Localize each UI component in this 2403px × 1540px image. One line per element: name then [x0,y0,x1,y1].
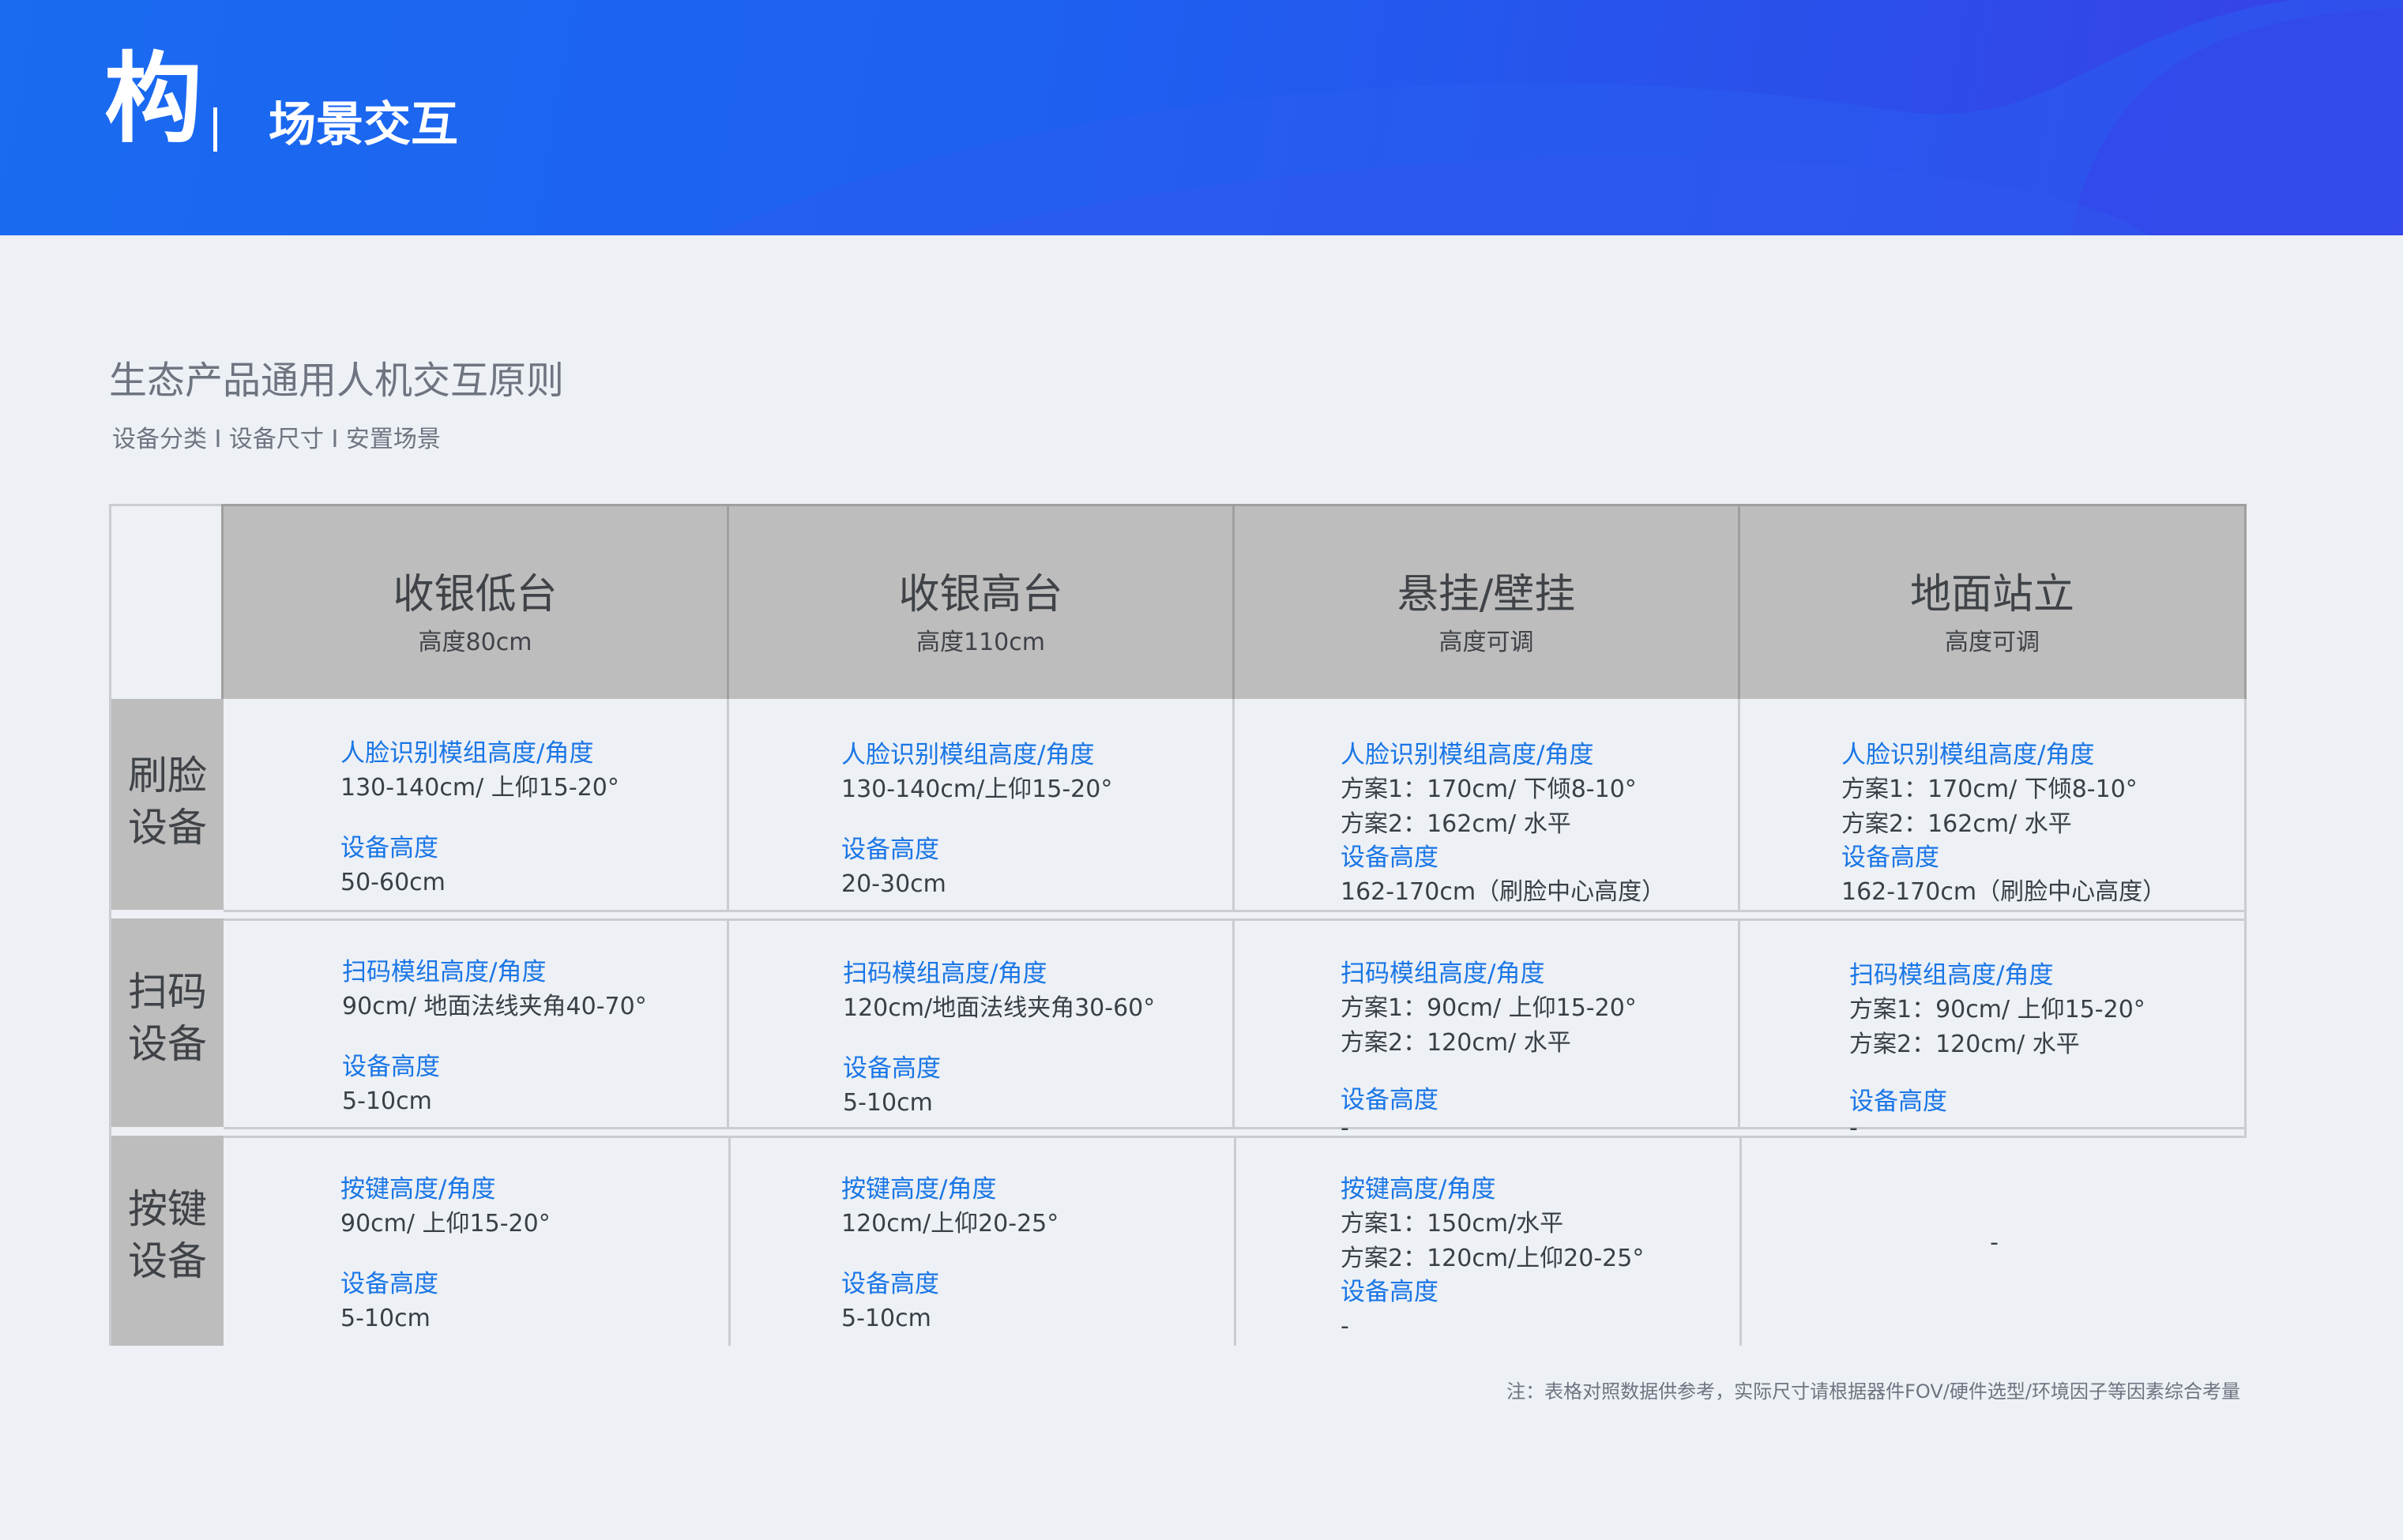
cell-heading: 按键高度/角度 [841,1175,997,1204]
table-corner [111,506,224,699]
cell-heading: 设备高度 [1841,843,1939,872]
cell-value: 90cm/ 地面法线夹角40-70° [342,993,647,1020]
cell-value: 162-170cm（刷脸中心高度） [1341,878,1666,906]
cell-heading: 设备高度 [1341,843,1438,872]
cell-value: 162-170cm（刷脸中心高度） [1841,878,2167,906]
cell-value: 130-140cm/上仰15-20° [841,776,1113,803]
cell-value: 120cm/上仰20-25° [841,1210,1059,1238]
cell-value: 方案2：120cm/ 水平 [1849,1031,2080,1058]
cell-value: 120cm/地面法线夹角30-60° [843,994,1156,1022]
cell-value: 130-140cm/ 上仰15-20° [340,774,619,802]
table-cell-key-high: 按键高度/角度 120cm/上仰20-25° 设备高度 5-10cm [731,1136,1236,1346]
cell-heading: 设备高度 [340,1270,438,1298]
row-header-face-pay: 刷脸 设备 [111,699,224,912]
column-subtitle: 高度可调 [1945,629,2040,656]
table-cell-scan-wall: 扫码模组高度/角度 方案1：90cm/ 上仰15-20° 方案2：120cm/ … [1235,918,1740,1140]
cell-heading: 扫码模组高度/角度 [843,960,1047,988]
table-cell-scan-high: 扫码模组高度/角度 120cm/地面法线夹角30-60° 设备高度 5-10cm [729,918,1235,1129]
column-header-floor-standing: 地面站立 高度可调 [1738,504,2247,701]
cell-value: 50-60cm [340,869,446,896]
cell-value: 方案1：170cm/ 下倾8-10° [1341,776,1637,803]
cell-heading: 设备高度 [841,836,939,864]
row-header-scan: 扫码 设备 [111,918,224,1129]
cell-heading: 按键高度/角度 [340,1175,496,1204]
cell-value: 20-30cm [841,870,946,898]
column-title: 收银高台 [898,571,1063,618]
cell-value: 5-10cm [342,1087,432,1115]
brand-separator [213,107,217,152]
header-banner: 构 场景交互 [0,0,2403,235]
table-cell-key-floor: - [1742,1136,2247,1346]
cell-value: 5-10cm [843,1089,933,1117]
cell-heading: 扫码模组高度/角度 [342,958,547,986]
column-title: 收银低台 [393,571,558,618]
table-cell-scan-low: 扫码模组高度/角度 90cm/ 地面法线夹角40-70° 设备高度 5-10cm [224,918,729,1129]
row-label-line1: 刷脸 [128,753,207,798]
cell-heading: 按键高度/角度 [1341,1175,1496,1204]
table-cell-scan-floor: 扫码模组高度/角度 方案1：90cm/ 上仰15-20° 方案2：120cm/ … [1740,918,2247,1140]
column-header-wall-mount: 悬挂/壁挂 高度可调 [1232,504,1740,701]
table-cell-face-low: 人脸识别模组高度/角度 130-140cm/ 上仰15-20° 设备高度 50-… [224,699,729,912]
cell-heading: 设备高度 [1341,1086,1438,1114]
cell-heading: 设备高度 [1341,1278,1438,1306]
row-label-line1: 扫码 [128,969,207,1015]
column-header-low-counter: 收银低台 高度80cm [221,504,729,701]
cell-value: 方案1：90cm/ 上仰15-20° [1849,996,2145,1024]
row-label-line2: 设备 [128,1021,207,1067]
cell-heading: 人脸识别模组高度/角度 [1841,741,2095,769]
cell-value: 方案2：120cm/上仰20-25° [1341,1245,1645,1272]
cell-empty-value: - [1990,1229,1999,1256]
cell-heading: 设备高度 [841,1270,939,1298]
table-cell-key-low: 按键高度/角度 90cm/ 上仰15-20° 设备高度 5-10cm [224,1136,731,1346]
cell-heading: 人脸识别模组高度/角度 [1341,741,1594,769]
header-subtitle: 场景交互 [269,97,458,152]
table-cell-face-wall: 人脸识别模组高度/角度 方案1：170cm/ 下倾8-10° 方案2：162cm… [1235,699,1740,912]
cell-heading: 设备高度 [340,834,438,862]
row-header-keypad: 按键 设备 [111,1136,224,1346]
cell-value: 方案1：150cm/水平 [1341,1210,1564,1238]
cell-value: 90cm/ 上仰15-20° [340,1210,551,1238]
section-title: 生态产品通用人机交互原则 [109,359,565,403]
cell-heading: 扫码模组高度/角度 [1341,960,1545,988]
column-title: 地面站立 [1909,571,2074,618]
table-cell-face-floor: 人脸识别模组高度/角度 方案1：170cm/ 下倾8-10° 方案2：162cm… [1740,699,2247,912]
cell-heading: 设备高度 [843,1054,941,1083]
section-subtitle: 设备分类 I 设备尺寸 I 安置场景 [112,426,441,453]
brand-character: 构 [104,43,203,156]
column-header-high-counter: 收银高台 高度110cm [727,504,1235,701]
cell-value: 方案1：170cm/ 下倾8-10° [1841,776,2138,803]
cell-value: - [1341,1313,1349,1340]
cell-value: 5-10cm [340,1305,431,1332]
cell-heading: 设备高度 [342,1053,440,1081]
table-footnote: 注：表格对照数据供参考，实际尺寸请根据器件FOV/硬件选型/环境因子等因素综合考… [1506,1380,2240,1403]
column-subtitle: 高度110cm [916,629,1045,656]
cell-value: 方案2：120cm/ 水平 [1341,1029,1571,1057]
cell-heading: 扫码模组高度/角度 [1849,961,2054,990]
column-subtitle: 高度80cm [418,629,532,656]
row-label-line2: 设备 [128,1238,207,1284]
table-cell-key-wall: 按键高度/角度 方案1：150cm/水平 方案2：120cm/上仰20-25° … [1236,1136,1742,1346]
table-cell-face-high: 人脸识别模组高度/角度 130-140cm/上仰15-20° 设备高度 20-3… [729,699,1235,912]
cell-heading: 设备高度 [1849,1087,1947,1116]
cell-value: 方案1：90cm/ 上仰15-20° [1341,994,1637,1022]
row-label-line1: 按键 [128,1186,207,1232]
cell-heading: 人脸识别模组高度/角度 [340,739,594,768]
cell-heading: 人脸识别模组高度/角度 [841,741,1095,769]
cell-value: 5-10cm [841,1305,931,1332]
column-title: 悬挂/壁挂 [1397,571,1576,618]
row-label-line2: 设备 [128,805,207,851]
cell-value: 方案2：162cm/ 水平 [1841,810,2072,838]
interaction-table: 收银低台 高度80cm 收银高台 高度110cm 悬挂/壁挂 高度可调 地面站立… [109,504,2247,1346]
column-subtitle: 高度可调 [1438,629,1534,656]
cell-value: 方案2：162cm/ 水平 [1341,810,1571,838]
